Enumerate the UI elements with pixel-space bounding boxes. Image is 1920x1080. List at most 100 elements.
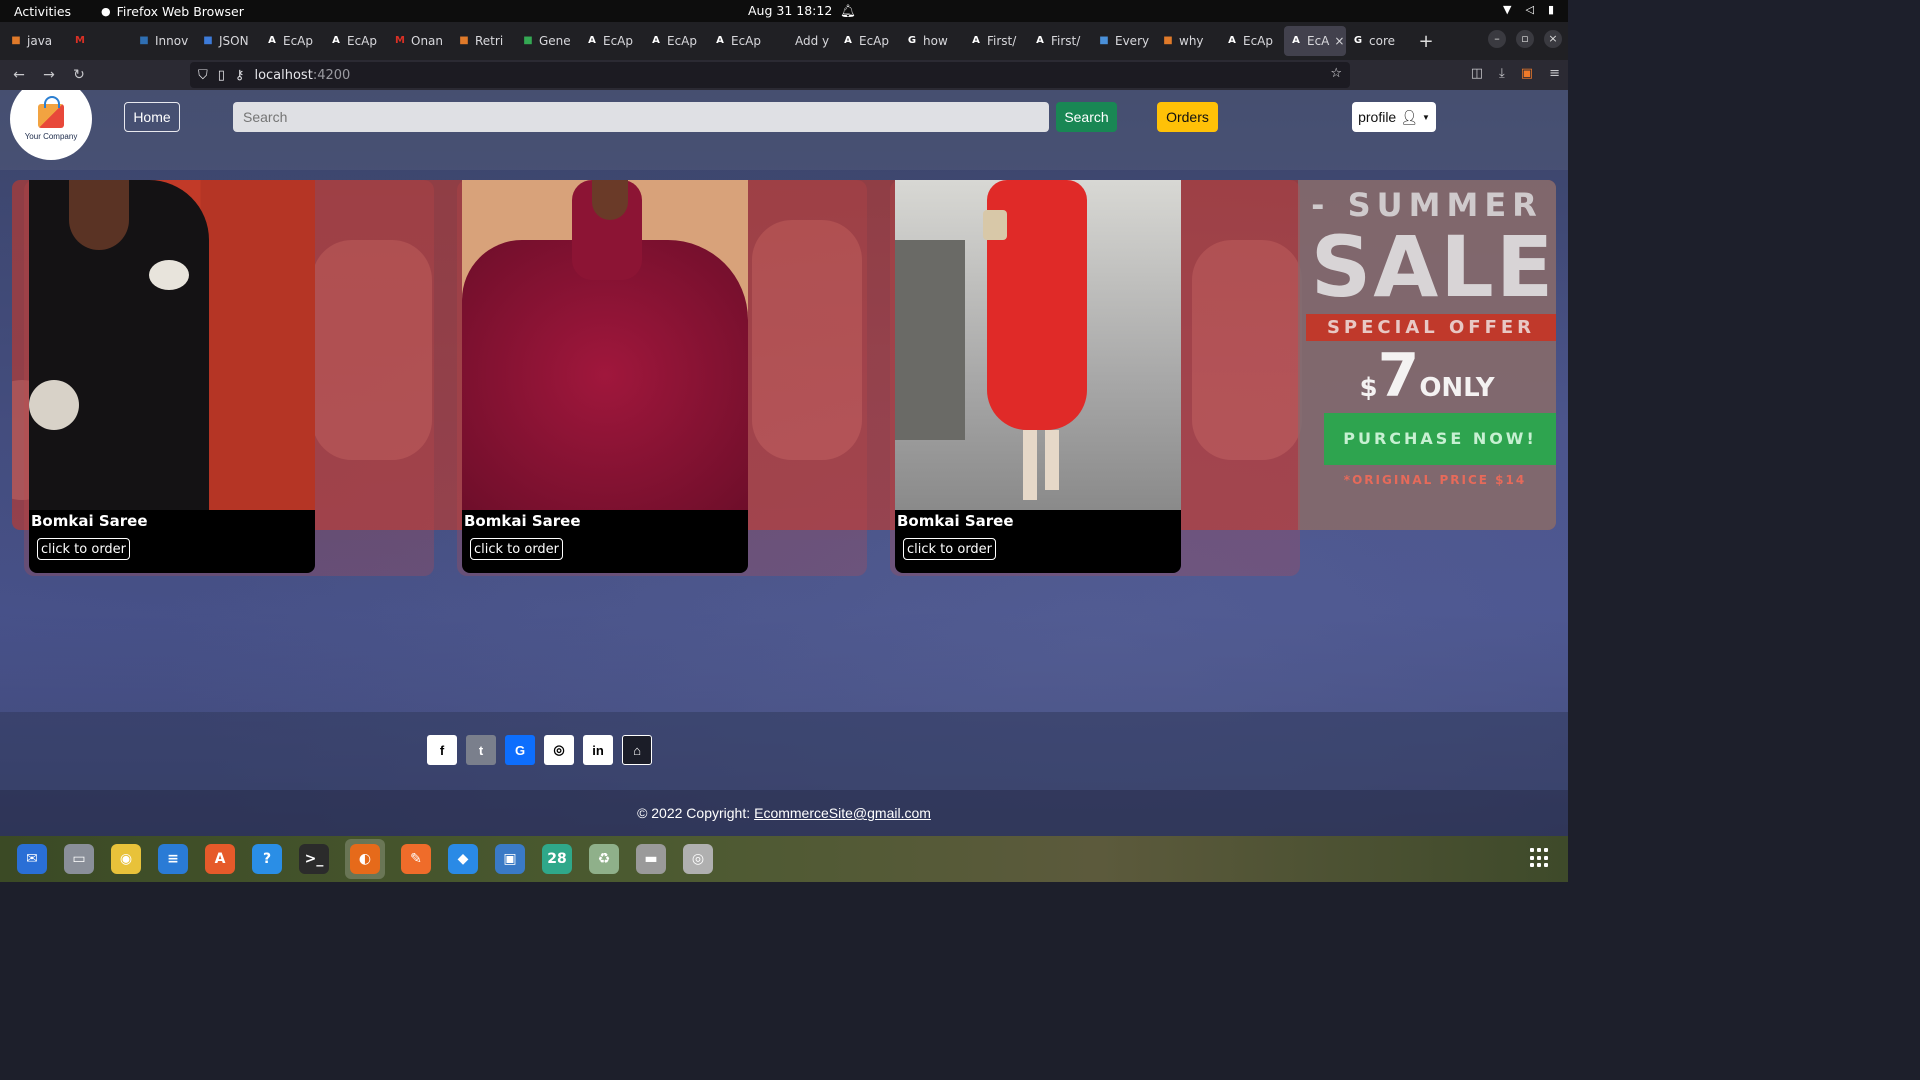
order-button[interactable]: click to order — [470, 538, 564, 560]
tab-label: Gene — [539, 34, 571, 48]
show-applications-icon[interactable] — [1530, 848, 1550, 868]
browser-tab[interactable]: ■ Retri — [452, 26, 516, 56]
browser-tab[interactable]: Ghow — [900, 26, 964, 56]
tab-label: EcAp — [1243, 34, 1274, 48]
browser-tab[interactable]: ■ why — [1156, 26, 1220, 56]
vscode-icon[interactable]: ◆ — [447, 843, 479, 875]
product-card[interactable]: Bomkai Saree click to order — [462, 180, 748, 573]
extension-icon[interactable]: ▣ — [1521, 66, 1533, 81]
browser-tab[interactable]: A EcAp — [1220, 26, 1284, 56]
browser-tab[interactable]: A First/ — [964, 26, 1028, 56]
browser-tab[interactable]: A EcAp — [644, 26, 708, 56]
disk-icon[interactable]: ▬ — [635, 843, 667, 875]
close-window-icon[interactable]: × — [1544, 30, 1562, 48]
product-card[interactable]: Bomkai Saree click to order — [29, 180, 315, 573]
tab-label: EcAp — [667, 34, 698, 48]
github-icon[interactable]: ⌂ — [622, 735, 652, 765]
minimize-icon[interactable]: – — [1488, 30, 1506, 48]
trash-icon[interactable]: ♻ — [588, 843, 620, 875]
browser-tab[interactable]: A EcAp — [324, 26, 388, 56]
optical-drive-icon[interactable]: ◎ — [682, 843, 714, 875]
logo-text: Your Company — [24, 131, 78, 141]
writer-icon[interactable]: ≡ — [157, 843, 189, 875]
google-icon[interactable]: G — [505, 735, 535, 765]
new-tab-button[interactable]: + — [1410, 31, 1442, 52]
browser-tab[interactable]: A EcAp — [708, 26, 772, 56]
product-image[interactable] — [462, 180, 748, 510]
shopping-bag-icon — [38, 95, 64, 128]
profile-dropdown-button[interactable]: profile 👤︎ ▼ — [1352, 102, 1436, 132]
calendar-icon[interactable]: 28 — [541, 843, 573, 875]
browser-tab[interactable]: A EcA × — [1284, 26, 1346, 56]
google-icon: G — [907, 35, 917, 46]
postman-icon[interactable]: ✎ — [400, 843, 432, 875]
linkedin-icon[interactable]: in — [583, 735, 613, 765]
terminal-icon[interactable]: >_ — [298, 843, 330, 875]
clock[interactable]: Aug 31 18:12 🔔︎ — [748, 3, 856, 19]
url-bar[interactable]: ⛉ ▯ ⚷ localhost:4200 ☆ — [190, 62, 1350, 88]
browser-tab[interactable]: Gcore — [1346, 26, 1410, 56]
browser-tab[interactable]: ■ java — [4, 26, 68, 56]
rhythmbox-icon[interactable]: ◉ — [110, 843, 142, 875]
firefox-small-icon: ● — [101, 4, 111, 18]
instagram-icon[interactable]: ◎ — [544, 735, 574, 765]
summer-sale-banner[interactable]: - SUMMER SALE SPECIAL OFFER $7ONLY PURCH… — [1298, 180, 1556, 530]
back-icon[interactable]: ← — [4, 67, 34, 83]
user-icon: 👤︎ — [1400, 108, 1418, 125]
files-icon[interactable]: ▭ — [63, 843, 95, 875]
bookmark-star-icon[interactable]: ☆ — [1330, 66, 1342, 81]
browser-tab[interactable]: ■ Add y — [772, 26, 836, 56]
product-card[interactable]: Bomkai Saree click to order — [895, 180, 1181, 573]
browser-tab[interactable]: A EcAp — [580, 26, 644, 56]
google-icon: G — [1353, 35, 1363, 46]
firefox-icon[interactable]: ◐ — [345, 839, 385, 879]
forward-icon[interactable]: → — [34, 67, 64, 83]
app-menu[interactable]: ● Firefox Web Browser — [101, 4, 244, 19]
browser-tab[interactable]: A EcAp — [836, 26, 900, 56]
browser-tab[interactable]: ■ Gene — [516, 26, 580, 56]
pocket-icon[interactable]: ◫ — [1471, 66, 1483, 81]
app-center-icon[interactable]: A — [204, 843, 236, 875]
system-tray[interactable]: ▼ ◁ ▮ — [1503, 3, 1554, 16]
maximize-icon[interactable]: ▫ — [1516, 30, 1534, 48]
innov-icon: ■ — [139, 35, 149, 46]
product-image[interactable] — [895, 180, 1181, 510]
orders-button[interactable]: Orders — [1157, 102, 1218, 132]
home-button[interactable]: Home — [124, 102, 180, 132]
browser-tab[interactable]: ■ Innov — [132, 26, 196, 56]
help-icon[interactable]: ? — [251, 843, 283, 875]
facebook-icon[interactable]: f — [427, 735, 457, 765]
sheet-icon: ■ — [523, 35, 533, 46]
activities-button[interactable]: Activities — [0, 4, 85, 19]
browser-tab[interactable]: A EcAp — [260, 26, 324, 56]
order-button[interactable]: click to order — [903, 538, 997, 560]
search-button[interactable]: Search — [1056, 102, 1117, 132]
twitter-icon[interactable]: t — [466, 735, 496, 765]
gmail-icon: M — [395, 35, 405, 46]
virtualbox-icon[interactable]: ▣ — [494, 843, 526, 875]
system-top-bar: Activities ● Firefox Web Browser Aug 31 … — [0, 0, 1568, 22]
browser-tab[interactable]: M — [68, 26, 132, 56]
search-input[interactable] — [233, 102, 1049, 132]
copyright-text: © 2022 Copyright: — [637, 805, 751, 821]
page-icon: ▯ — [217, 67, 225, 83]
downloads-icon[interactable]: ⤓ — [1499, 66, 1505, 81]
reload-icon[interactable]: ↻ — [64, 67, 94, 83]
thunderbird-icon[interactable]: ✉ — [16, 843, 48, 875]
contact-email-link[interactable]: EcommerceSite@gmail.com — [754, 805, 931, 821]
order-button[interactable]: click to order — [37, 538, 131, 560]
close-tab-icon[interactable]: × — [1334, 34, 1344, 48]
browser-tab[interactable]: M Onan — [388, 26, 452, 56]
menu-icon[interactable]: ≡ — [1549, 66, 1560, 81]
browser-tab[interactable]: A First/ — [1028, 26, 1092, 56]
product-image[interactable] — [29, 180, 315, 510]
gmail-icon: M — [75, 35, 85, 46]
tab-label: EcA — [1307, 34, 1330, 48]
browser-tab[interactable]: ■ JSON — [196, 26, 260, 56]
browser-tab[interactable]: ■ Every — [1092, 26, 1156, 56]
profile-label: profile — [1358, 109, 1397, 125]
tab-label: Retri — [475, 34, 504, 48]
tab-label: Innov — [155, 34, 189, 48]
taskbar-dock: ✉ ▭ ◉ ≡ A? >_ ◐ ✎ ◆ ▣ 28 ♻ ▬ ◎ — [0, 836, 1568, 882]
purchase-now-button[interactable]: PURCHASE NOW! — [1324, 413, 1556, 465]
